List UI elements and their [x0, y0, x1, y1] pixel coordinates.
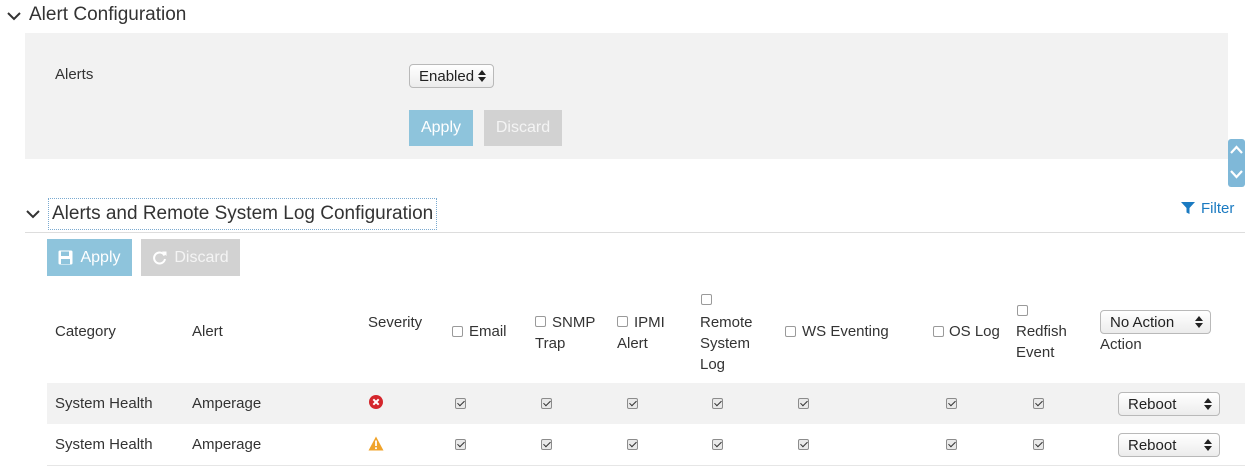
warning-icon: [368, 436, 384, 451]
row-os-log-checkbox[interactable]: [946, 398, 957, 409]
row-email-checkbox[interactable]: [455, 439, 466, 450]
column-header-snmp: SNMP: [552, 312, 595, 333]
column-header-category: Category: [55, 323, 116, 340]
filter-label: Filter: [1201, 200, 1235, 217]
filter-icon: [1181, 202, 1195, 214]
row-ws-eventing-checkbox[interactable]: [798, 439, 809, 450]
column-header-action: Action: [1100, 336, 1142, 353]
select-all-email-checkbox[interactable]: [452, 326, 463, 337]
row-os-log-checkbox[interactable]: [946, 439, 957, 450]
log-config-title: Alerts and Remote System Log Configurati…: [48, 198, 438, 230]
select-all-redfish-checkbox[interactable]: [1017, 305, 1028, 316]
snmp-label-line1: SNMP: [552, 314, 596, 331]
column-header-os-log: OS Log: [949, 323, 1000, 340]
save-icon: [58, 250, 73, 265]
column-header-event: Event: [1016, 344, 1055, 361]
row-category: System Health: [55, 436, 153, 453]
row-redfish-checkbox[interactable]: [1033, 439, 1044, 450]
row-category: System Health: [55, 395, 153, 412]
apply-label: Apply: [420, 119, 462, 136]
apply-label: Apply: [80, 248, 121, 266]
row-alert: Amperage: [192, 436, 262, 453]
collapse-chevron-icon[interactable]: [24, 205, 42, 223]
row-action-value: Reboot: [1128, 436, 1177, 454]
select-all-snmp-checkbox[interactable]: [535, 316, 546, 327]
select-arrows-icon: [1204, 439, 1212, 451]
column-header-severity: Severity: [368, 314, 423, 331]
discard-label: Discard: [495, 119, 551, 136]
alerts-select[interactable]: Enabled: [409, 64, 494, 88]
log-config-discard-button[interactable]: Discard: [141, 239, 240, 276]
alert-config-title: Alert Configuration: [29, 4, 187, 25]
row-snmp-checkbox[interactable]: [541, 398, 552, 409]
row-remote-log-checkbox[interactable]: [712, 398, 723, 409]
scroll-down-icon[interactable]: [1230, 169, 1243, 179]
row-alert: Amperage: [192, 395, 262, 412]
column-header-email: Email: [469, 323, 507, 340]
collapse-chevron-icon[interactable]: [5, 7, 23, 25]
select-arrows-icon: [1195, 316, 1203, 328]
select-all-ws-eventing-checkbox[interactable]: [785, 326, 796, 337]
row-ws-eventing-checkbox[interactable]: [798, 398, 809, 409]
alert-config-discard-button[interactable]: Discard: [484, 110, 562, 146]
alerts-label: Alerts: [55, 66, 94, 83]
column-header-alert: Alert: [192, 323, 223, 340]
bulk-action-value: No Action: [1110, 313, 1175, 331]
row-action-select[interactable]: Reboot: [1118, 433, 1220, 457]
scroll-up-icon[interactable]: [1230, 145, 1243, 155]
select-all-remote-log-checkbox[interactable]: [701, 294, 712, 305]
column-header-log: Log: [700, 356, 726, 373]
row-ipmi-checkbox[interactable]: [627, 439, 638, 450]
column-header-ipmi: IPMI: [634, 314, 665, 331]
scroll-widget[interactable]: [1228, 139, 1245, 187]
refresh-icon: [153, 251, 167, 265]
row-action-value: Reboot: [1128, 395, 1177, 413]
discard-label: Discard: [174, 248, 229, 266]
column-header-trap: Trap: [535, 335, 566, 352]
column-header-ws-eventing: WS Eventing: [802, 323, 889, 340]
critical-icon: [369, 395, 383, 409]
row-email-checkbox[interactable]: [455, 398, 466, 409]
alerts-select-value: Enabled: [419, 67, 475, 85]
row-action-select[interactable]: Reboot: [1118, 392, 1220, 416]
section-divider: [25, 232, 1245, 233]
select-all-os-log-checkbox[interactable]: [933, 326, 944, 337]
log-config-apply-button[interactable]: Apply: [47, 239, 132, 276]
column-header-system: System: [700, 335, 751, 352]
alert-config-panel: [25, 33, 1228, 159]
column-header-remote: Remote: [700, 314, 753, 331]
row-redfish-checkbox[interactable]: [1033, 398, 1044, 409]
select-arrows-icon: [1204, 398, 1212, 410]
alert-config-apply-button[interactable]: Apply: [409, 110, 473, 146]
column-header-ipmi-alert: Alert: [617, 335, 648, 352]
bulk-action-select[interactable]: No Action: [1100, 310, 1211, 334]
select-arrows-icon: [478, 70, 486, 82]
row-ipmi-checkbox[interactable]: [627, 398, 638, 409]
select-all-ipmi-checkbox[interactable]: [617, 316, 628, 327]
column-header-redfish: Redfish: [1016, 323, 1067, 340]
row-snmp-checkbox[interactable]: [541, 439, 552, 450]
filter-link[interactable]: Filter: [1181, 200, 1234, 217]
row-remote-log-checkbox[interactable]: [712, 439, 723, 450]
